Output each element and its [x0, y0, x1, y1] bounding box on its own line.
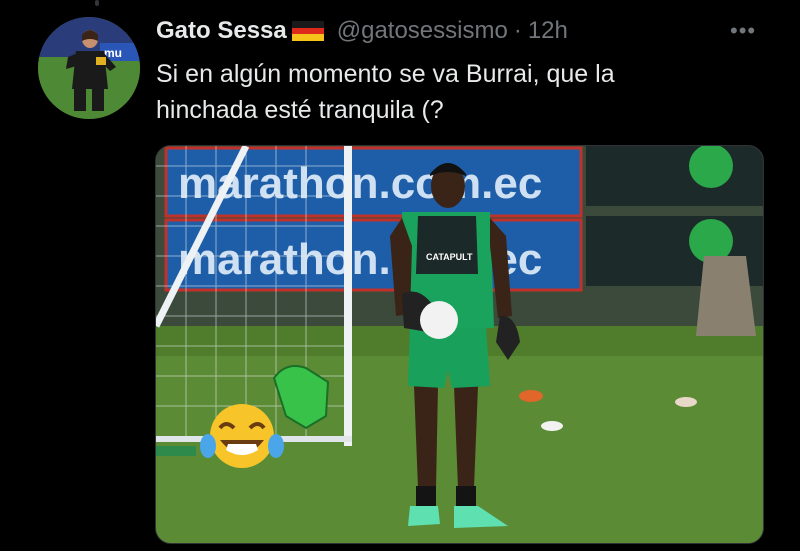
photo-scene: marathon.com.ec marathon.com.ec CATAPULT — [156, 146, 763, 543]
tweet-header: Gato Sessa @gatosessismo · 12h — [156, 14, 568, 48]
tweet-media-photo[interactable]: marathon.com.ec marathon.com.ec CATAPULT — [155, 145, 764, 544]
tweet-text: Si en algún momento se va Burrai, que la… — [156, 56, 756, 128]
tweet-text-line-2: hinchada esté tranquila (? — [156, 96, 444, 124]
avatar-image: mu — [38, 17, 140, 119]
display-name[interactable]: Gato Sessa — [156, 17, 287, 45]
user-handle[interactable]: @gatosessismo — [337, 17, 508, 45]
tweet-text-line-1: Si en algún momento se va Burrai, que la — [156, 60, 615, 88]
thread-connector-line — [95, 0, 99, 6]
separator-dot: · — [513, 17, 522, 44]
germany-flag-icon — [291, 21, 324, 41]
timestamp[interactable]: 12h — [528, 17, 568, 45]
more-horizontal-icon[interactable]: ••• — [730, 18, 756, 44]
avatar[interactable]: mu — [38, 17, 140, 119]
vest-text: CATAPULT — [426, 252, 473, 262]
